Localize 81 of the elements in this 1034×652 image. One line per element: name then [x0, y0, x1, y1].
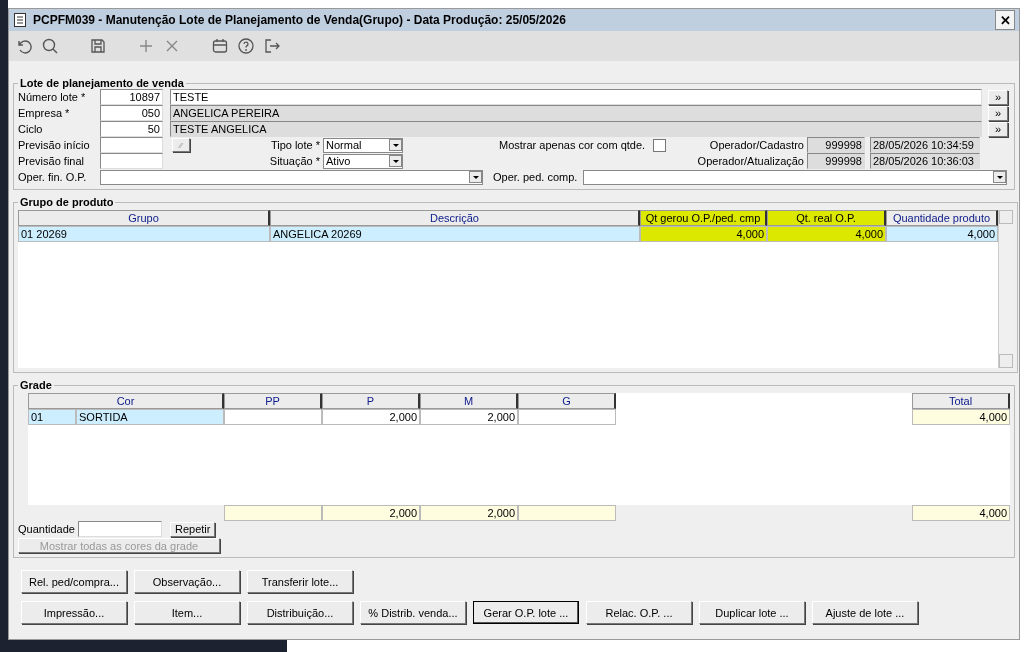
field-label: Empresa *	[18, 107, 71, 119]
quantity-field[interactable]	[78, 521, 162, 537]
column-header[interactable]: G	[518, 393, 616, 409]
section-title: Grupo de produto	[19, 196, 115, 208]
description-field[interactable]: TESTE ANGELICA	[170, 121, 982, 137]
table-cell: 4,000	[767, 226, 886, 242]
table-cell: SORTIDA	[76, 409, 224, 425]
date-field[interactable]	[100, 153, 163, 169]
table-cell: 01	[28, 409, 76, 425]
field-label: Operador/Atualização	[696, 155, 804, 167]
code-field[interactable]: 10897	[100, 89, 163, 105]
table-cell: 2,000	[420, 409, 518, 425]
operator-field[interactable]: 999998	[807, 137, 865, 153]
field-label: Número lote *	[18, 91, 87, 103]
document-icon	[13, 12, 27, 28]
field-label: Previsão início	[18, 139, 91, 151]
search-icon[interactable]	[41, 37, 59, 55]
description-field[interactable]: ANGELICA PEREIRA	[170, 105, 982, 121]
field-label: Operador/Cadastro	[708, 139, 804, 151]
total-cell: 4,000	[912, 505, 1010, 521]
calendar-icon[interactable]	[211, 37, 229, 55]
window-title: PCPFM039 - Manutenção Lote de Planejamento de Venda(Grupo) - Data Produção: 25/05/2026	[33, 13, 567, 27]
column-header[interactable]: M	[420, 393, 518, 409]
status-select[interactable]: Ativo	[323, 153, 403, 169]
timestamp-field[interactable]: 28/05/2026 10:34:59	[870, 137, 980, 153]
help-icon[interactable]	[237, 37, 255, 55]
action-button[interactable]: Distribuição...	[247, 601, 353, 624]
column-header[interactable]: Descrição	[270, 210, 640, 226]
operator-field[interactable]: 999998	[807, 153, 865, 169]
action-button[interactable]: Item...	[134, 601, 240, 624]
exit-icon[interactable]	[263, 37, 281, 55]
date-field[interactable]	[100, 137, 163, 153]
column-header[interactable]: PP	[224, 393, 322, 409]
action-button[interactable]: Transferir lote...	[247, 570, 353, 593]
save-icon[interactable]	[89, 37, 107, 55]
type-select[interactable]: Normal	[323, 137, 403, 153]
description-field[interactable]: TESTE	[170, 89, 982, 105]
action-button[interactable]: Duplicar lote ...	[699, 601, 805, 624]
table-cell: 01 20269	[18, 226, 270, 242]
table-cell: 2,000	[322, 409, 420, 425]
column-header[interactable]: Total	[912, 393, 1010, 409]
table-cell: 4,000	[640, 226, 767, 242]
operation-select[interactable]	[100, 169, 483, 185]
checkbox[interactable]	[653, 138, 666, 152]
column-header[interactable]: P	[322, 393, 420, 409]
field-label: Situação *	[268, 155, 320, 167]
action-button[interactable]: Relac. O.P. ...	[586, 601, 692, 624]
column-header[interactable]: Cor	[28, 393, 224, 409]
field-label: Tipo lote *	[269, 139, 320, 151]
action-button[interactable]: Ajuste de lote ...	[812, 601, 918, 624]
field-label: Ciclo	[18, 123, 44, 135]
table-cell: 4,000	[886, 226, 998, 242]
action-button[interactable]: Impressão...	[21, 601, 127, 624]
column-header[interactable]: Qt. real O.P.	[767, 210, 886, 226]
field-label: Previsão final	[18, 155, 86, 167]
action-button[interactable]: % Distrib. venda...	[360, 601, 466, 624]
section-title: Lote de planejamento de venda	[19, 77, 185, 89]
timestamp-field[interactable]: 28/05/2026 10:36:03	[870, 153, 980, 169]
column-header[interactable]: Qt gerou O.P./ped. cmp	[640, 210, 767, 226]
total-cell: 2,000	[420, 505, 518, 521]
action-button[interactable]: Gerar O.P. lote ...	[473, 601, 579, 624]
repeat-button[interactable]: Repetir	[170, 521, 216, 537]
column-header[interactable]: Grupo	[18, 210, 270, 226]
add-icon[interactable]	[137, 37, 155, 55]
table-cell: ANGELICA 20269	[270, 226, 640, 242]
close-button[interactable]: ✕	[995, 10, 1015, 30]
section-title: Grade	[19, 379, 53, 391]
table-cell: 4,000	[912, 409, 1010, 425]
column-header[interactable]: Quantidade produto	[886, 210, 998, 226]
undo-icon[interactable]	[15, 37, 33, 55]
field-label: Mostrar apenas cor com qtde.	[499, 139, 647, 151]
code-field[interactable]: 50	[100, 121, 163, 137]
total-cell: 2,000	[322, 505, 420, 521]
code-field[interactable]: 050	[100, 105, 163, 121]
operation-select[interactable]	[583, 169, 1007, 185]
action-button[interactable]: Observação...	[134, 570, 240, 593]
field-label: Quantidade	[18, 523, 76, 535]
field-label: Oper. ped. comp.	[493, 171, 579, 183]
field-label: Oper. fin. O.P.	[18, 171, 88, 183]
lookup-button[interactable]: »	[988, 89, 1008, 105]
action-button[interactable]: Rel. ped/compra...	[21, 570, 127, 593]
